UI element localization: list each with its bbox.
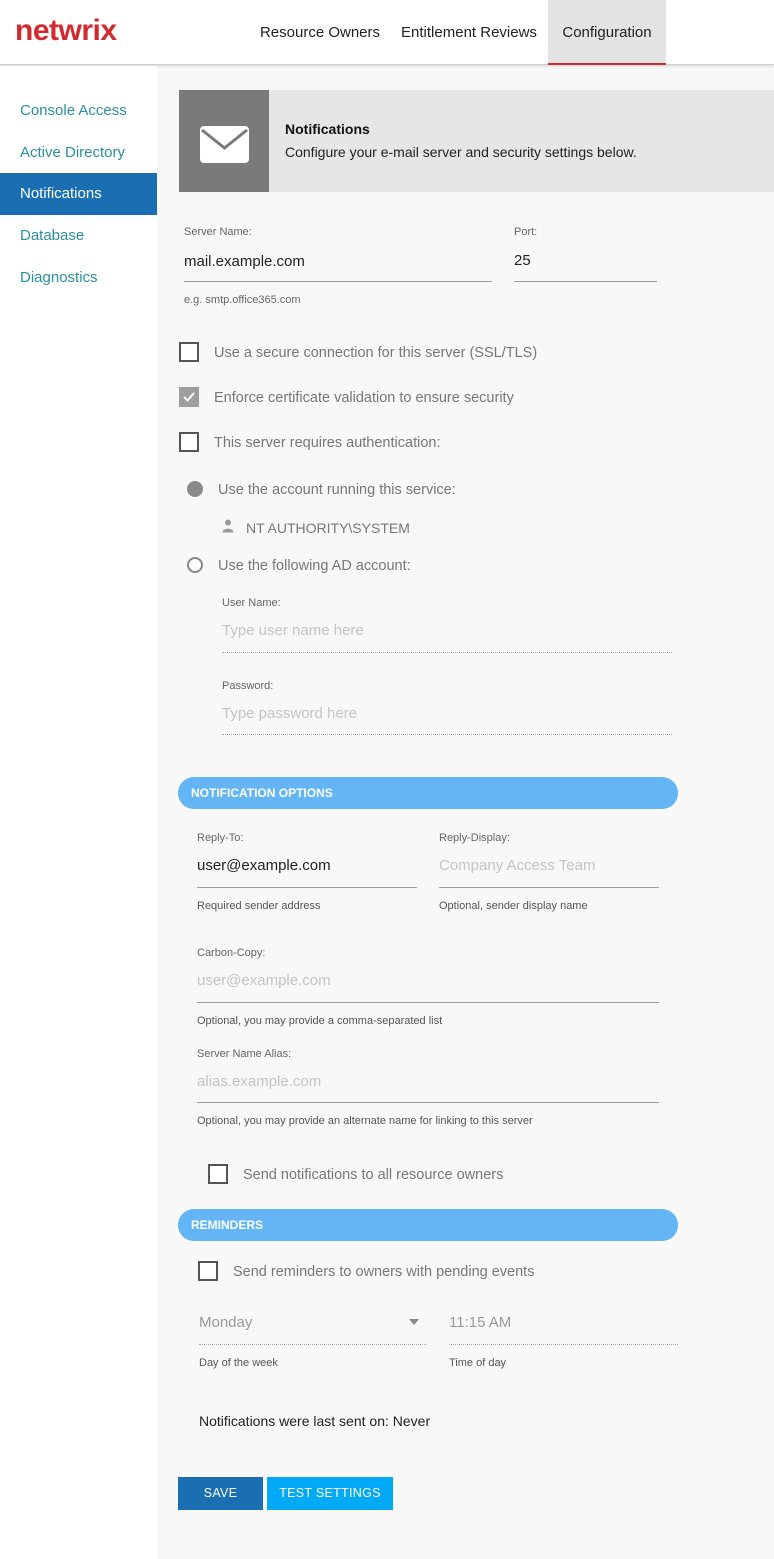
username-input[interactable]: Type user name here [222, 622, 364, 639]
reply-display-underline [439, 887, 659, 888]
day-of-week-select[interactable]: Monday [199, 1305, 427, 1345]
reply-display-hint: Optional, sender display name [439, 900, 588, 912]
carbon-copy-label: Carbon-Copy: [197, 947, 266, 959]
reply-to-underline [197, 887, 417, 888]
day-of-week-hint: Day of the week [199, 1357, 278, 1369]
chevron-down-icon [409, 1319, 419, 1325]
server-name-input[interactable]: mail.example.com [184, 253, 305, 270]
time-of-day-hint: Time of day [449, 1357, 507, 1369]
sidebar-item-diagnostics[interactable]: Diagnostics [0, 257, 157, 299]
reminders-header: REMINDERS [178, 1209, 678, 1241]
day-of-week-value: Monday [199, 1314, 253, 1331]
sidebar-item-active-directory[interactable]: Active Directory [0, 132, 157, 174]
day-of-week-underline [199, 1344, 427, 1345]
auth-required-label: This server requires authentication: [214, 435, 441, 451]
service-account-label: Use the account running this service: [218, 482, 456, 498]
reply-display-label: Reply-Display: [439, 832, 510, 844]
ad-account-radio[interactable] [187, 557, 203, 573]
server-name-label: Server Name: [184, 226, 252, 238]
send-reminders-checkbox[interactable] [198, 1261, 218, 1281]
sidebar-item-console-access[interactable]: Console Access [0, 90, 157, 132]
ssl-checkbox[interactable] [179, 342, 199, 362]
server-name-hint: e.g. smtp.office365.com [184, 294, 301, 306]
user-icon [222, 519, 234, 533]
envelope-icon [200, 126, 249, 163]
server-alias-input[interactable]: alias.example.com [197, 1073, 321, 1090]
page-subtitle: Configure your e-mail server and securit… [285, 144, 637, 160]
sidebar-item-database[interactable]: Database [0, 215, 157, 257]
sidebar: Console Access Active Directory Notifica… [0, 66, 157, 1559]
time-of-day-underline [449, 1344, 678, 1345]
tab-resource-owners[interactable]: Resource Owners [252, 0, 388, 65]
password-input[interactable]: Type password here [222, 705, 357, 722]
username-underline [222, 652, 672, 653]
server-alias-hint: Optional, you may provide an alternate n… [197, 1115, 533, 1127]
port-underline [514, 281, 657, 282]
username-label: User Name: [222, 597, 281, 609]
cert-validation-checkbox[interactable] [179, 387, 199, 407]
reply-to-hint: Required sender address [197, 900, 321, 912]
time-of-day-input[interactable]: 11:15 AM [449, 1314, 511, 1331]
carbon-copy-underline [197, 1002, 659, 1003]
last-sent-status: Notifications were last sent on: Never [199, 1413, 431, 1429]
tab-configuration[interactable]: Configuration [548, 0, 666, 65]
notification-options-header: NOTIFICATION OPTIONS [178, 777, 678, 809]
server-alias-underline [197, 1102, 659, 1103]
cert-validation-label: Enforce certificate validation to ensure… [214, 390, 514, 406]
reply-to-label: Reply-To: [197, 832, 244, 844]
server-alias-label: Server Name Alias: [197, 1048, 292, 1060]
page-banner: Notifications Configure your e-mail serv… [179, 90, 774, 192]
port-input[interactable]: 25 [514, 252, 531, 269]
test-settings-button[interactable]: TEST SETTINGS [267, 1477, 393, 1510]
send-all-owners-label: Send notifications to all resource owner… [243, 1167, 504, 1183]
service-account-name: NT AUTHORITY\SYSTEM [246, 520, 410, 536]
ssl-label: Use a secure connection for this server … [214, 345, 538, 361]
netwrix-logo[interactable]: netwrix [15, 14, 117, 48]
banner-icon-box [179, 90, 269, 192]
auth-required-checkbox[interactable] [179, 432, 199, 452]
ad-account-label: Use the following AD account: [218, 558, 411, 574]
check-icon [183, 392, 195, 402]
reply-to-input[interactable]: user@example.com [197, 857, 331, 874]
save-button[interactable]: SAVE [178, 1477, 263, 1510]
page-title: Notifications [285, 121, 370, 137]
send-reminders-label: Send reminders to owners with pending ev… [233, 1264, 535, 1280]
password-underline [222, 734, 672, 735]
server-name-underline [184, 281, 492, 282]
top-header: netwrix Resource Owners Entitlement Revi… [0, 0, 774, 65]
carbon-copy-input[interactable]: user@example.com [197, 972, 331, 989]
port-label: Port: [514, 226, 538, 238]
carbon-copy-hint: Optional, you may provide a comma-separa… [197, 1015, 443, 1027]
sidebar-item-notifications[interactable]: Notifications [0, 173, 157, 215]
password-label: Password: [222, 680, 274, 692]
service-account-radio[interactable] [187, 481, 203, 497]
tab-entitlement-reviews[interactable]: Entitlement Reviews [393, 0, 545, 65]
reply-display-input[interactable]: Company Access Team [439, 857, 595, 874]
send-all-owners-checkbox[interactable] [208, 1164, 228, 1184]
